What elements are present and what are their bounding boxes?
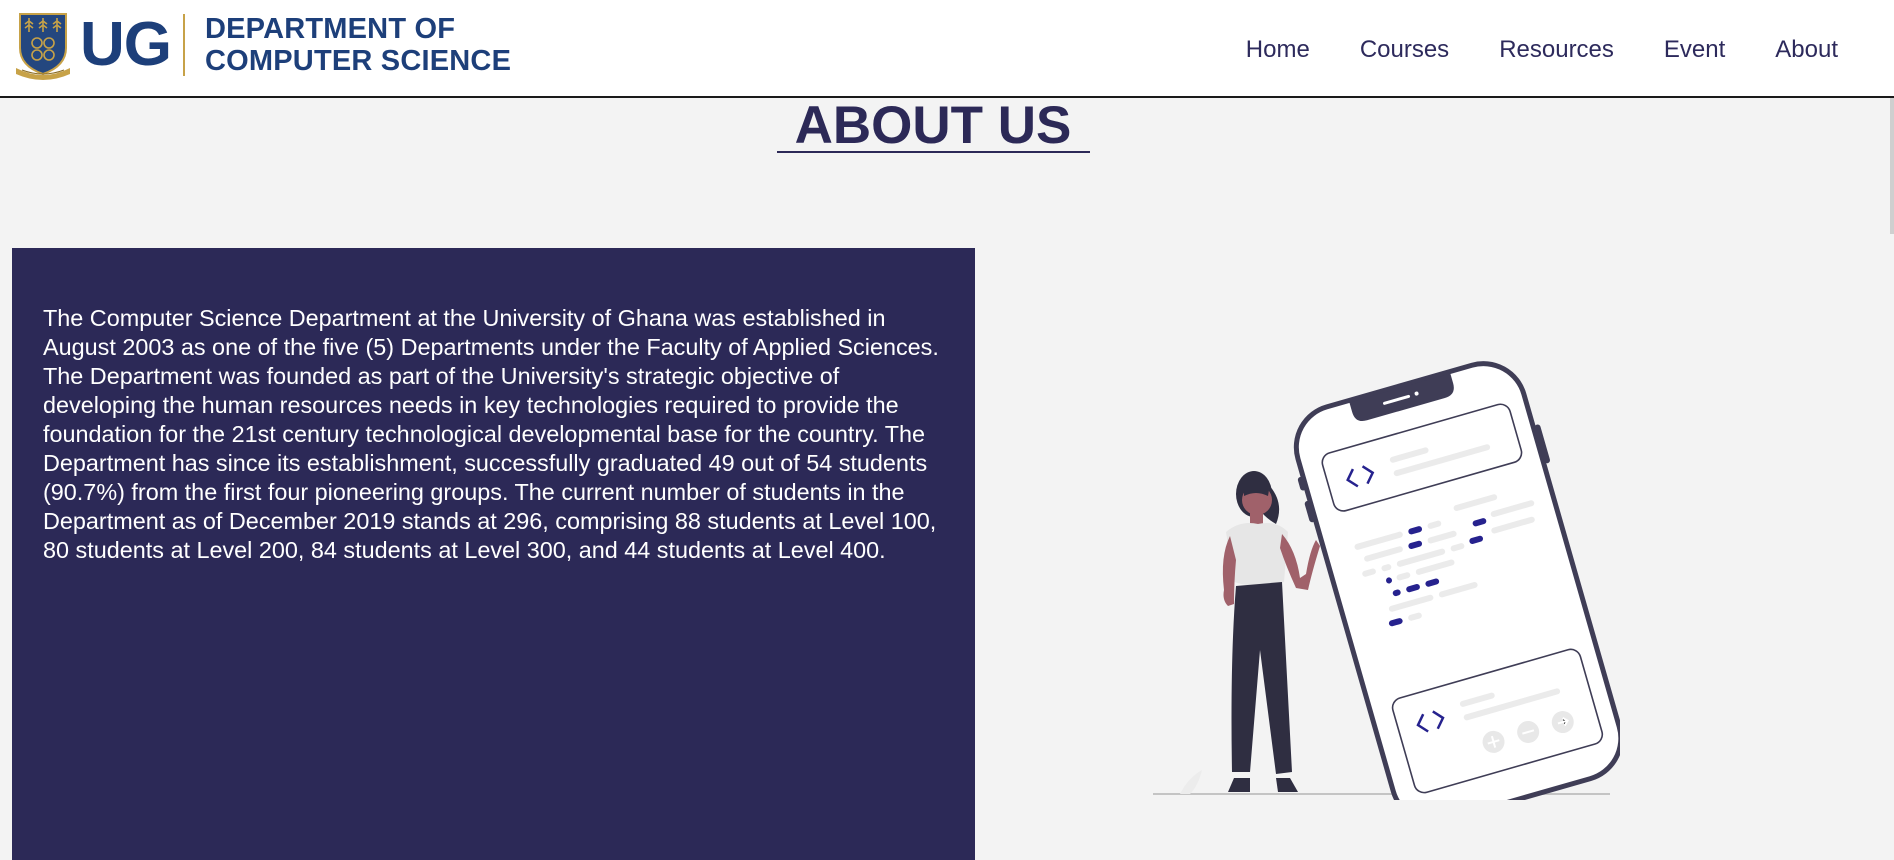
- scrollbar[interactable]: [1890, 98, 1894, 234]
- page-title: ABOUT US: [794, 96, 1072, 155]
- nav-link-about[interactable]: About: [1775, 36, 1838, 64]
- nav-link-home[interactable]: Home: [1246, 36, 1310, 64]
- woman-with-phone-illustration: [1153, 361, 1620, 800]
- nav-link-resources[interactable]: Resources: [1499, 36, 1614, 64]
- about-text: The Computer Science Department at the U…: [43, 305, 939, 563]
- nav-link-event[interactable]: Event: [1664, 36, 1725, 64]
- logo-text: UG: [80, 10, 172, 79]
- nav-link-courses[interactable]: Courses: [1360, 36, 1449, 64]
- department-line-1: DEPARTMENT OF: [205, 13, 456, 45]
- site-logo[interactable]: UG DEPARTMENT OF COMPUTER SCIENCE: [14, 10, 511, 80]
- site-header: UG DEPARTMENT OF COMPUTER SCIENCE Home C…: [0, 0, 1894, 98]
- logo-divider: [183, 14, 185, 76]
- department-name: DEPARTMENT OF COMPUTER SCIENCE: [205, 13, 511, 77]
- title-underline: [777, 151, 1090, 153]
- main-nav: Home Courses Resources Event About: [1246, 36, 1838, 64]
- about-card: The Computer Science Department at the U…: [12, 248, 975, 860]
- university-crest-icon: [16, 13, 70, 80]
- department-line-2: COMPUTER SCIENCE: [205, 45, 512, 77]
